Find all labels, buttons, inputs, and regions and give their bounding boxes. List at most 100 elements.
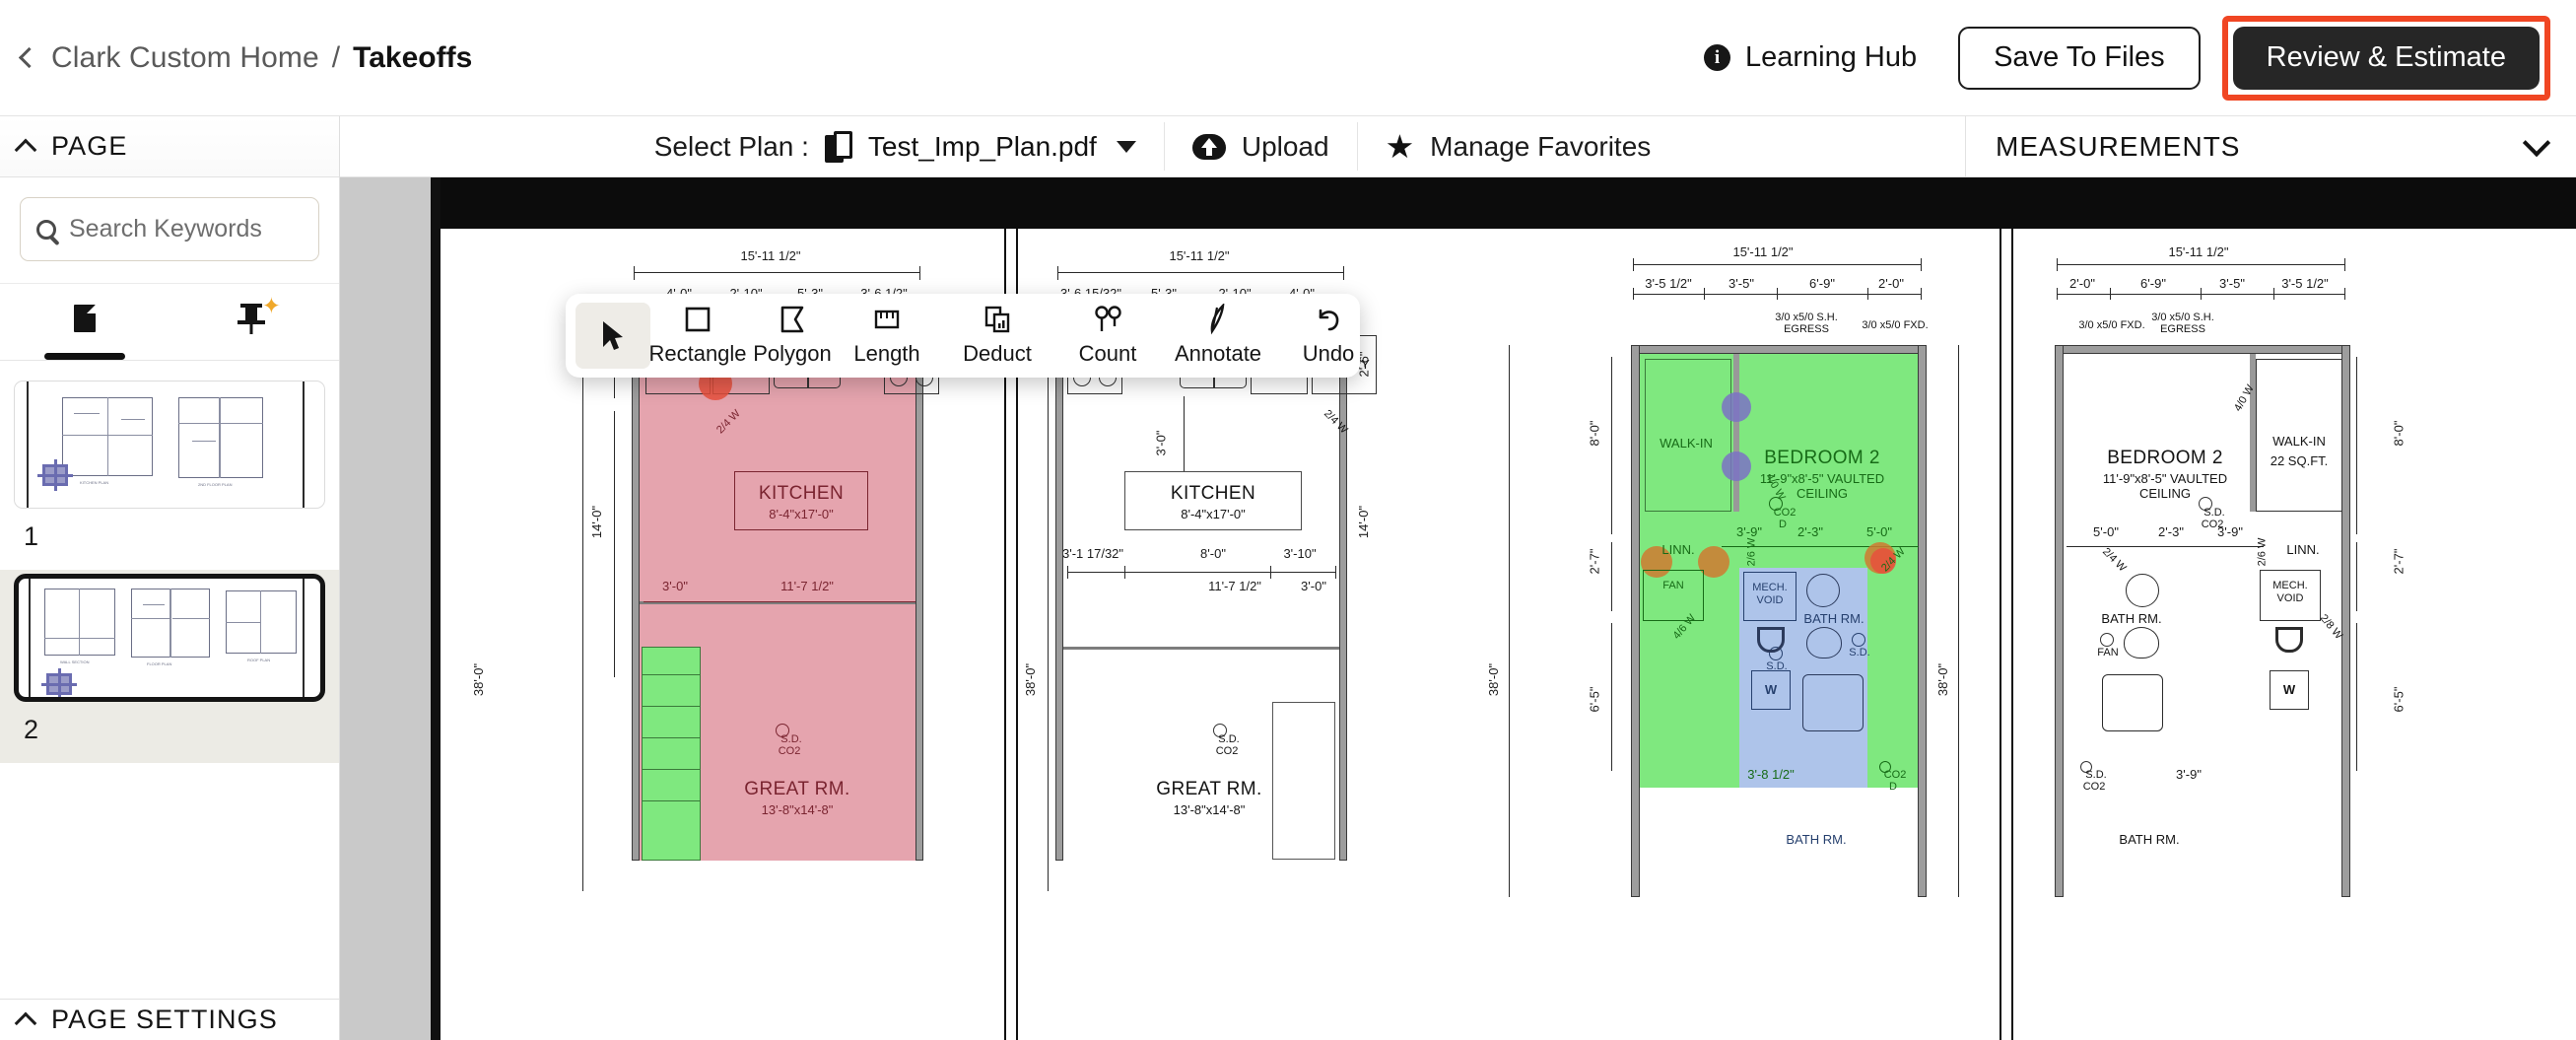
page-preview: KITCHEN PLAN 2ND FLOOR PLAN: [15, 381, 324, 508]
dim-left-38: 38'-0": [1023, 662, 1039, 697]
review-estimate-highlight: Review & Estimate: [2221, 15, 2550, 101]
unit-c-bedroom-green[interactable]: 15'-11 1/2" 3'-5 1/2" 3'-5" 6'-9" 2'-0": [1486, 229, 1998, 1040]
window-tag-1: 3/0 x5/0 S.H. EGRESS: [1775, 312, 1838, 335]
pin-sparkle-icon: ✦: [232, 294, 281, 336]
co2-label: CO2: [2201, 519, 2224, 530]
dim-right-65: 6'-5": [2391, 686, 2407, 713]
page-settings-title: PAGE SETTINGS: [51, 1005, 278, 1034]
select-plan-label: Select Plan :: [653, 130, 809, 162]
dim-overall: 15'-11 1/2": [740, 248, 801, 263]
dim-inner: 3'-0": [1153, 430, 1169, 456]
search-box[interactable]: [20, 197, 319, 261]
sd-label: S.D.: [780, 733, 802, 745]
sd-label: CO2: [1883, 769, 1907, 781]
save-to-files-button[interactable]: Save To Files: [1958, 26, 2201, 90]
paper-top-border: [441, 177, 2576, 229]
unit-d-bedroom-plain[interactable]: 15'-11 1/2" 2'-0" 6'-9" 3'-5" 3'-5 1/2": [1935, 229, 2435, 1040]
dim-right-2: 14'-0": [1356, 505, 1372, 539]
plan-canvas[interactable]: 15'-11 1/2" 4'-0" 2'-10" 5'-3" 3'-6 1/2": [340, 177, 2576, 1040]
page-thumbnail-list[interactable]: KITCHEN PLAN 2ND FLOOR PLAN 1 WALL SECTI…: [0, 361, 339, 999]
pen-icon: [1203, 304, 1233, 335]
upload-button[interactable]: Upload: [1165, 116, 1357, 176]
rectangle-icon: [683, 305, 712, 334]
breadcrumb-parent[interactable]: Clark Custom Home: [51, 41, 319, 75]
dim-bottom-3: 3'-10": [1283, 546, 1317, 561]
takeoff-tool-palette[interactable]: Rectangle Polygon Length Deduct Count An…: [566, 294, 1360, 378]
exterior-wall: [1631, 345, 1640, 897]
dryer-icon: [1757, 627, 1785, 653]
app-body: PAGE Search Keywords ✦ KITCHEN PLAN 2ND …: [0, 116, 2576, 1040]
sd-label: S.D.: [2203, 507, 2225, 519]
exterior-wall: [1055, 323, 1063, 861]
page-thumbnail-2[interactable]: WALL SECTION FLOOR PLAN ROOF PLAN 2: [0, 570, 339, 763]
exterior-wall: [2341, 345, 2350, 897]
length-tool[interactable]: Length: [840, 303, 934, 369]
page-thumbnail-1[interactable]: KITCHEN PLAN 2ND FLOOR PLAN 1: [0, 377, 339, 570]
app-header: Clark Custom Home / Takeoffs i Learning …: [0, 0, 2576, 116]
page-number-label: 2: [24, 715, 39, 744]
room-label-bath-rm: BATH RM.: [2101, 611, 2162, 626]
purple-count-marker[interactable]: [1722, 451, 1751, 481]
polygon-tool[interactable]: Polygon: [745, 303, 840, 369]
select-tool[interactable]: [576, 303, 650, 369]
page-section-header[interactable]: PAGE: [0, 116, 339, 177]
manage-favorites-button[interactable]: ★ Manage Favorites: [1358, 116, 1679, 176]
chevron-up-icon: [14, 1011, 37, 1034]
room-label-great-rm: GREAT RM.: [1156, 779, 1262, 799]
dim-left-38: 38'-0": [1486, 662, 1502, 697]
polygon-icon: [778, 305, 807, 334]
breadcrumb-separator: /: [331, 40, 341, 74]
room-label-bath-rm: BATH RM.: [1803, 611, 1864, 626]
review-estimate-button[interactable]: Review & Estimate: [2232, 26, 2540, 90]
count-tool[interactable]: Count: [1060, 303, 1155, 369]
upload-label: Upload: [1241, 130, 1329, 162]
cursor-icon: [600, 320, 626, 351]
door-tag-2-6-w: 2/6 W: [2256, 537, 2269, 567]
chevron-left-icon[interactable]: [18, 46, 40, 69]
breadcrumb: Clark Custom Home / Takeoffs: [18, 40, 472, 75]
dim-top-1: 3'-5 1/2": [1645, 276, 1692, 291]
dim-bottom-1: 3'-1 17/32": [1061, 546, 1124, 561]
header-actions: i Learning Hub Save To Files Review & Es…: [1703, 15, 2550, 101]
room-label-mech-void: MECH. VOID: [2272, 580, 2308, 605]
sidebar-tab-pages[interactable]: [0, 284, 169, 360]
dim-top-3: 3'-5": [2219, 276, 2245, 291]
review-estimate-label: Review & Estimate: [2266, 41, 2506, 73]
deduct-tool[interactable]: Deduct: [950, 303, 1045, 369]
co2-label: CO2: [1215, 745, 1239, 757]
chevron-down-icon[interactable]: [1116, 140, 1136, 153]
dim-inner-4: 3'-8 1/2": [1747, 767, 1795, 782]
toolbar-spacer-right: [1678, 116, 1965, 176]
measurements-panel-header[interactable]: MEASUREMENTS: [1965, 116, 2576, 176]
exterior-wall: [1918, 345, 1927, 897]
room-sub-bedroom2: 11'-9"x8'-5" VAULTED CEILING: [2102, 471, 2228, 501]
main-area: Select Plan : Test_Imp_Plan.pdf Upload ★…: [340, 116, 2576, 1040]
search-input[interactable]: [69, 215, 303, 243]
learning-hub-button[interactable]: i Learning Hub: [1703, 41, 1917, 74]
page-settings-header[interactable]: PAGE SETTINGS: [0, 999, 339, 1040]
undo-tool[interactable]: Undo: [1281, 303, 1376, 369]
exterior-wall: [1339, 323, 1347, 861]
toolbar-spacer-left: [340, 116, 627, 176]
purple-count-marker[interactable]: [1722, 392, 1751, 422]
sd-label: S.D.: [1218, 733, 1240, 745]
sidebar-tab-pins[interactable]: ✦: [169, 284, 339, 360]
chevron-up-icon: [14, 138, 37, 161]
room-label-bath-rm-2: BATH RM.: [1786, 832, 1847, 847]
length-label: Length: [853, 341, 920, 366]
deduct-label: Deduct: [963, 341, 1032, 366]
dim-right-8: 8'-0": [2391, 420, 2407, 447]
dim-top-2: 6'-9": [2140, 276, 2166, 291]
dim-bottom-2: 8'-0": [1200, 546, 1226, 561]
select-plan-group[interactable]: Select Plan : Test_Imp_Plan.pdf: [627, 116, 1164, 176]
room-label-kitchen: KITCHEN: [1170, 483, 1256, 504]
cloud-upload-icon: [1191, 133, 1226, 160]
rectangle-tool[interactable]: Rectangle: [648, 303, 747, 369]
chevron-down-icon[interactable]: [2522, 128, 2551, 157]
count-icon: [1092, 305, 1123, 334]
sidebar-tabs: ✦: [0, 284, 339, 361]
annotate-tool[interactable]: Annotate: [1171, 303, 1265, 369]
co2-label: D: [1889, 781, 1897, 793]
fan-label: S.D.: [1849, 647, 1870, 659]
dim-inner-1: 5'-0": [2093, 524, 2119, 539]
